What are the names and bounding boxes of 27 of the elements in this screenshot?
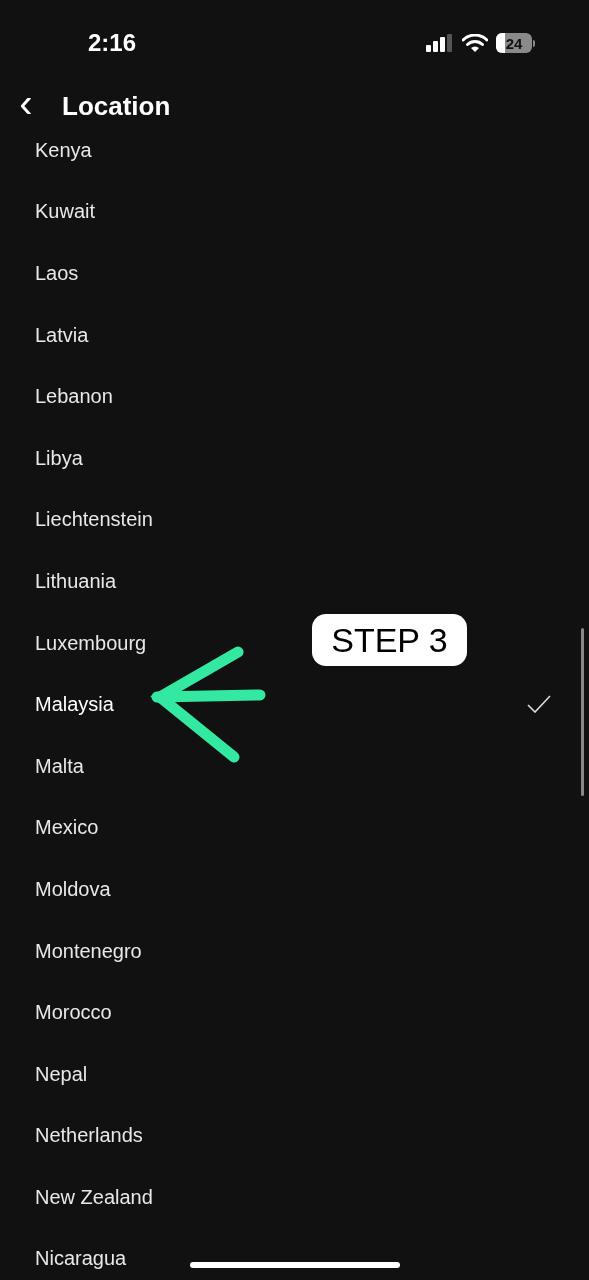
country-item[interactable]: Montenegro: [35, 935, 142, 966]
country-item[interactable]: Mexico: [35, 812, 99, 843]
country-item[interactable]: Moldova: [35, 873, 111, 904]
wifi-icon: [462, 33, 488, 53]
country-item[interactable]: Laos: [35, 258, 79, 288]
country-item[interactable]: Netherlands: [35, 1120, 143, 1151]
back-button[interactable]: ‹: [16, 83, 36, 123]
country-item[interactable]: Libya: [35, 442, 83, 473]
country-item[interactable]: Lebanon: [35, 381, 113, 412]
country-item[interactable]: Kuwait: [35, 196, 96, 227]
country-item[interactable]: Malta: [35, 750, 84, 781]
country-item[interactable]: Morocco: [35, 997, 112, 1028]
country-item[interactable]: Nepal: [35, 1058, 88, 1089]
signal-icon: [426, 34, 454, 52]
country-item[interactable]: Nicaragua: [35, 1243, 127, 1274]
battery-level: 24: [505, 35, 523, 51]
status-time: 2:16: [88, 28, 137, 58]
step-label: STEP 3: [312, 614, 467, 666]
country-item[interactable]: Lithuania: [35, 565, 117, 596]
checkmark-icon: [527, 695, 551, 714]
country-item[interactable]: New Zealand: [35, 1181, 153, 1212]
country-item[interactable]: Latvia: [35, 319, 89, 350]
country-item[interactable]: Liechtenstein: [35, 504, 153, 535]
country-item[interactable]: Luxembourg: [35, 627, 147, 658]
country-item[interactable]: Kenya: [35, 134, 92, 165]
page-title: Location: [62, 89, 171, 123]
country-item[interactable]: Malaysia: [35, 689, 114, 720]
